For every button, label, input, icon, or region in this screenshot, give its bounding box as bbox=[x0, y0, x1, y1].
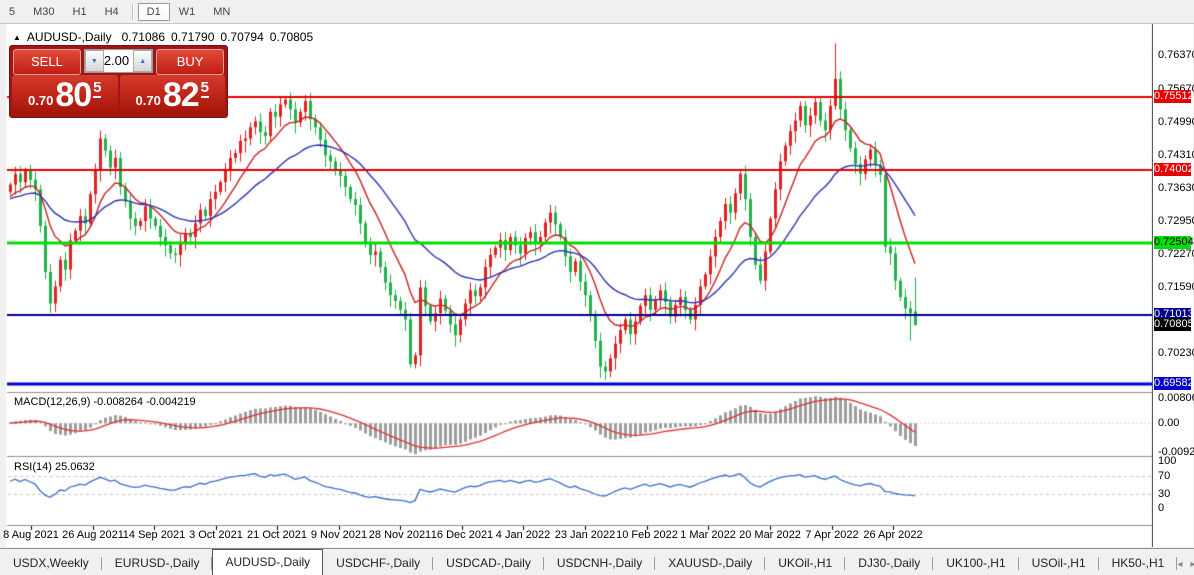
price-axis-tick: 0.76370 bbox=[1158, 49, 1194, 61]
rsi-axis-tick: 70 bbox=[1158, 469, 1171, 482]
price-axis-tick: 0.73630 bbox=[1158, 181, 1194, 194]
ohlc-close: 0.70805 bbox=[269, 30, 314, 44]
rsi-axis-tick: 30 bbox=[1158, 488, 1171, 501]
price-level-badge: 0.69582 bbox=[1154, 377, 1194, 391]
toolbar-separator bbox=[131, 3, 134, 20]
symbol-tab-usdchf-daily[interactable]: USDCHF-,Daily bbox=[323, 551, 434, 575]
price-axis-tick: 0.71590 bbox=[1158, 280, 1194, 293]
symbol-period-label: AUDUSD-,Daily bbox=[26, 30, 112, 44]
buy-button[interactable]: BUY bbox=[156, 49, 224, 75]
rsi-label: RSI(14) 25.0632 bbox=[14, 461, 95, 473]
timeframe-button-h4[interactable]: H4 bbox=[96, 3, 128, 21]
symbol-tab-xauusd-daily[interactable]: XAUUSD-,Daily bbox=[655, 551, 766, 575]
timeframe-button-d1[interactable]: D1 bbox=[137, 3, 170, 21]
macd-axis-tick: 0.008061 bbox=[1158, 392, 1194, 405]
rsi-axis-tick: 0 bbox=[1158, 502, 1165, 515]
macd-axis-tick: 0.00 bbox=[1158, 417, 1180, 430]
price-level-badge: 0.72504 bbox=[1154, 235, 1194, 249]
timeframe-toolbar: 5 M30 H1 H4 D1 W1 MN bbox=[0, 0, 1194, 24]
symbol-tab-usdcad-daily[interactable]: USDCAD-,Daily bbox=[433, 551, 544, 575]
collapse-panel-icon[interactable]: ▲ bbox=[13, 33, 21, 42]
symbol-tab-usdcnh-daily[interactable]: USDCNH-,Daily bbox=[544, 551, 656, 575]
current-price-badge: 0.70805 bbox=[1154, 318, 1194, 332]
ohlc-low: 0.70794 bbox=[220, 30, 264, 44]
rsi-axis-tick: 100 bbox=[1158, 455, 1177, 468]
timeframe-button-mn[interactable]: MN bbox=[204, 3, 239, 21]
sell-button[interactable]: SELL bbox=[13, 49, 81, 75]
price-axis-tick: 0.72270 bbox=[1158, 247, 1194, 260]
symbol-tab-bar: USDX,Weekly EURUSD-,Daily AUDUSD-,Daily USD… bbox=[0, 548, 1194, 575]
symbol-tab-audusd-daily[interactable]: AUDUSD-,Daily bbox=[212, 549, 324, 575]
timeframe-button-m30[interactable]: M30 bbox=[24, 3, 63, 21]
sell-price-big: 80 bbox=[55, 75, 92, 114]
symbol-tab-hk50-h1[interactable]: HK50-,H1 bbox=[1099, 551, 1178, 575]
chart-title: ▲ AUDUSD-,Daily 0.71086 0.71790 0.70794 … bbox=[13, 30, 319, 44]
symbol-tab-uk100-h1[interactable]: UK100-,H1 bbox=[933, 551, 1020, 575]
symbol-tab-usoil-h1[interactable]: USOil-,H1 bbox=[1019, 551, 1099, 575]
one-click-trade-panel: SELL ▼ 2.00 ▲ BUY 0.70 80 5 0.70 82 5 bbox=[9, 45, 228, 118]
symbol-tab-eurusd-daily[interactable]: EURUSD-,Daily bbox=[102, 551, 213, 575]
price-level-badge: 0.74002 bbox=[1154, 162, 1194, 176]
trading-terminal: 5 M30 H1 H4 D1 W1 MN ▲ AUDUSD-,Daily 0.71086 0… bbox=[0, 0, 1194, 575]
sell-price-box[interactable]: 0.70 80 5 bbox=[12, 75, 118, 115]
date-axis-label: 26 Apr 2022 bbox=[863, 529, 923, 541]
buy-price-box[interactable]: 0.70 82 5 bbox=[119, 75, 225, 115]
price-axis-tick: 0.72950 bbox=[1158, 214, 1194, 227]
macd-label: MACD(12,26,9) -0.008264 -0.004219 bbox=[14, 396, 196, 408]
symbol-tab-usdx-weekly[interactable]: USDX,Weekly bbox=[0, 551, 102, 575]
tabs-scroll-right-icon[interactable]: ▸ bbox=[1190, 559, 1194, 570]
price-axis-tick: 0.70230 bbox=[1158, 346, 1194, 359]
price-axis-tick: 0.74990 bbox=[1158, 115, 1194, 128]
timeframe-button-h1[interactable]: H1 bbox=[64, 3, 96, 21]
volume-decrease-button[interactable]: ▼ bbox=[84, 50, 104, 72]
symbol-tab-dj30-daily[interactable]: DJ30-,Daily bbox=[845, 551, 934, 575]
volume-stepper: ▼ 2.00 ▲ bbox=[83, 49, 154, 73]
symbol-tab-ukoil-h1[interactable]: UKOil-,H1 bbox=[765, 551, 846, 575]
sell-price-pip: 5 bbox=[93, 78, 102, 98]
price-axis-tick: 0.74310 bbox=[1158, 148, 1194, 161]
tabs-scroll-left-icon[interactable]: ◂ bbox=[1177, 559, 1182, 570]
volume-increase-button[interactable]: ▲ bbox=[133, 50, 153, 72]
volume-input[interactable]: 2.00 bbox=[103, 50, 134, 72]
buy-price-big: 82 bbox=[162, 75, 200, 114]
sell-price-prefix: 0.70 bbox=[28, 92, 54, 108]
ohlc-open: 0.71086 bbox=[121, 30, 165, 44]
timeframe-button-w1[interactable]: W1 bbox=[170, 3, 205, 21]
timeframe-button-5[interactable]: 5 bbox=[0, 3, 24, 21]
buy-price-pip: 5 bbox=[200, 78, 209, 98]
price-level-badge: 0.75512 bbox=[1154, 89, 1194, 103]
ohlc-high: 0.71790 bbox=[171, 30, 215, 44]
buy-price-prefix: 0.70 bbox=[135, 92, 161, 108]
